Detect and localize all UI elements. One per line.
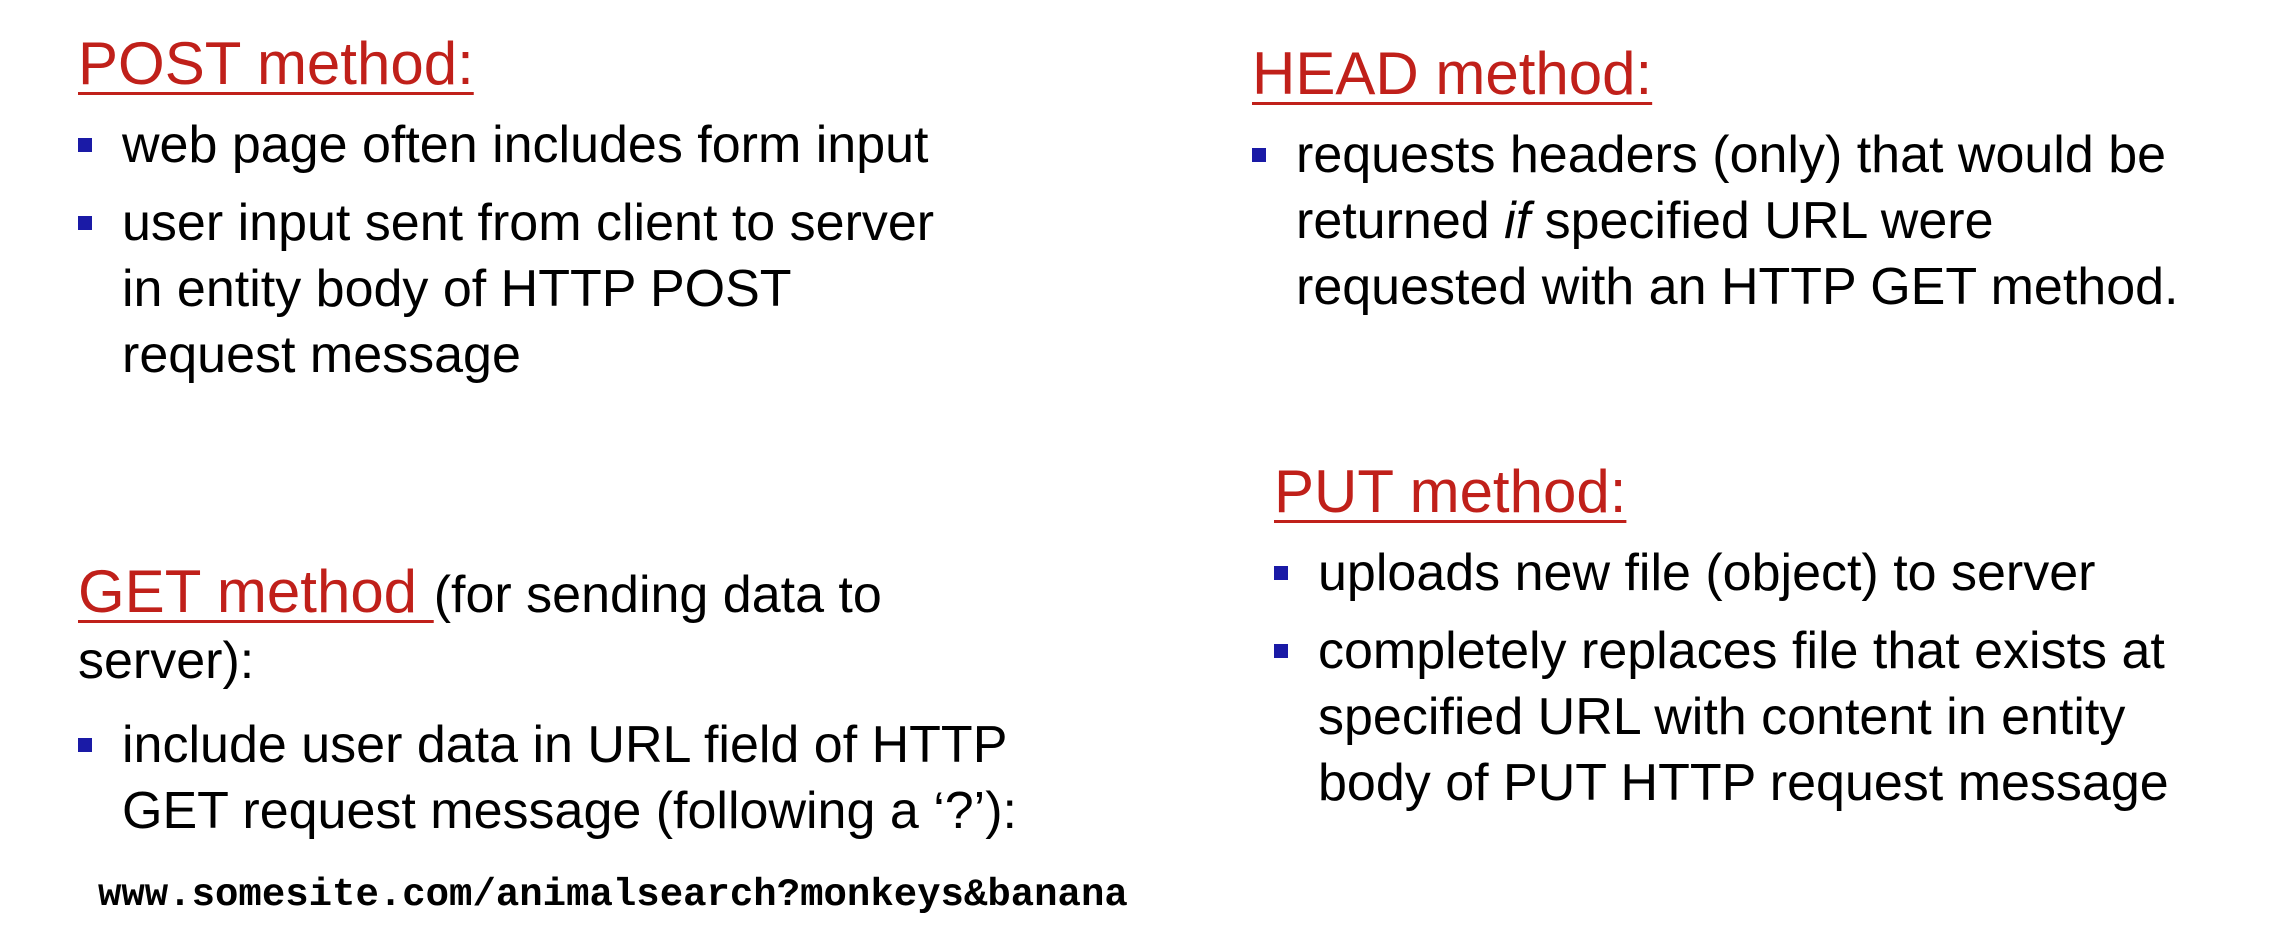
- example-url: www.somesite.com/animalsearch?monkeys&ba…: [98, 873, 1128, 917]
- put-section: PUT method: uploads new file (object) to…: [1274, 456, 2169, 816]
- bullet-square-icon: [78, 138, 92, 152]
- get-heading-continuation: server):: [78, 632, 255, 690]
- head-heading: HEAD method:: [1252, 40, 1653, 107]
- get-bullet-list: include user data in URL field of HTTP G…: [78, 712, 1017, 844]
- head-section: HEAD method: requests headers (only) tha…: [1252, 38, 2179, 320]
- get-heading-suffix: (for sending data to: [433, 566, 882, 624]
- list-item: web page often includes form input: [78, 112, 934, 178]
- get-heading: GET method: [78, 558, 434, 625]
- list-item: requests headers (only) that would be re…: [1252, 122, 2179, 320]
- get-section: GET method (for sending data to server):…: [78, 556, 1017, 844]
- head-bullet-list: requests headers (only) that would be re…: [1252, 122, 2179, 320]
- list-item: user input sent from client to server in…: [78, 190, 934, 388]
- list-item: include user data in URL field of HTTP G…: [78, 712, 1017, 844]
- post-bullet-list: web page often includes form input user …: [78, 112, 934, 388]
- bullet-square-icon: [1252, 148, 1266, 162]
- bullet-square-icon: [78, 216, 92, 230]
- bullet-square-icon: [1274, 566, 1288, 580]
- bullet-square-icon: [1274, 644, 1288, 658]
- post-section: POST method: web page often includes for…: [78, 28, 934, 388]
- get-heading-row: GET method (for sending data to: [78, 556, 1017, 628]
- list-item: completely replaces file that exists at …: [1274, 618, 2169, 816]
- bullet-square-icon: [78, 738, 92, 752]
- put-bullet-list: uploads new file (object) to server comp…: [1274, 540, 2169, 816]
- post-heading: POST method:: [78, 30, 474, 97]
- put-heading: PUT method:: [1274, 458, 1627, 525]
- list-item: uploads new file (object) to server: [1274, 540, 2169, 606]
